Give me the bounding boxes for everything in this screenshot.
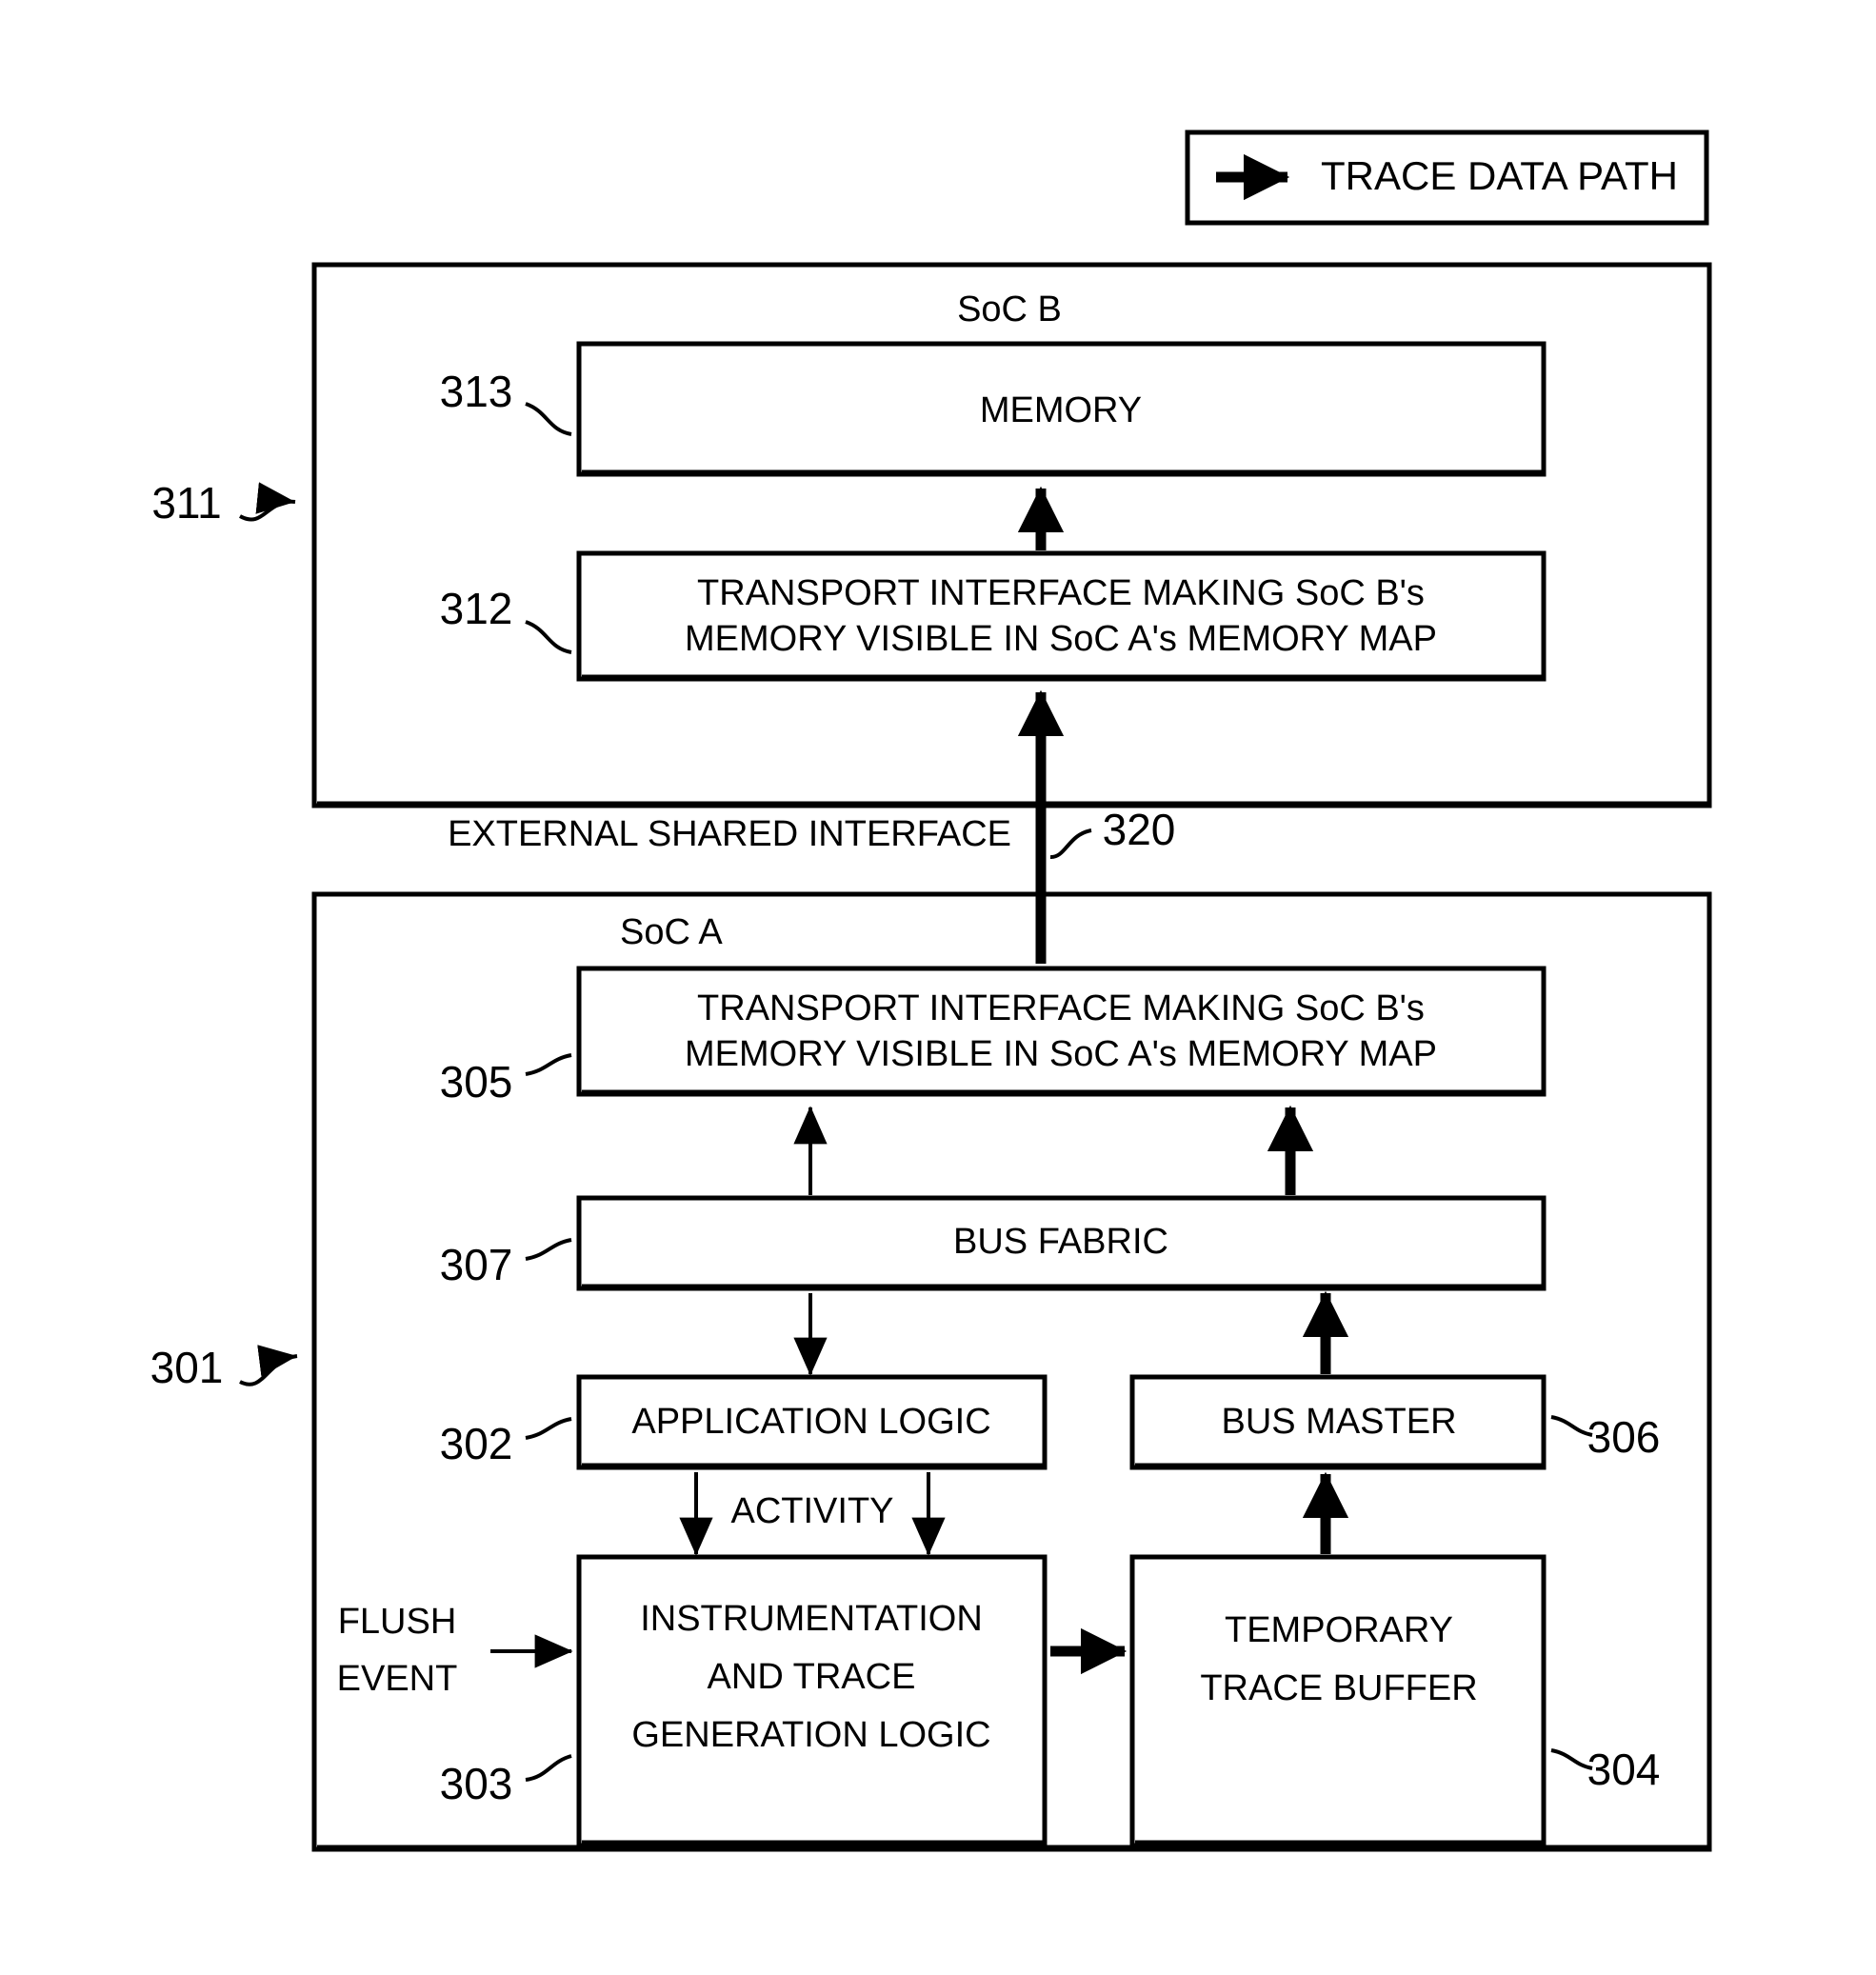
ref-305-label: 305 [440,1057,513,1107]
block-temporary-trace-buffer: TEMPORARY TRACE BUFFER 304 [1129,1554,1661,1848]
ref-304-leader [1550,1748,1593,1770]
ref-311-leader [239,482,296,522]
bus-fabric-label: BUS FABRIC [953,1222,1168,1262]
ref-313-leader [525,402,572,436]
block-memory: MEMORY 313 [440,341,1547,477]
ref-320-leader [1049,828,1092,859]
instrumentation-line2: AND TRACE [708,1657,916,1697]
legend-label: TRACE DATA PATH [1321,153,1678,198]
soc-a-title: SoC A [620,912,723,952]
application-logic-label: APPLICATION LOGIC [631,1402,990,1442]
ref-312-label: 312 [440,584,513,633]
bus-master-label: BUS MASTER [1221,1402,1456,1442]
block-bus-master: BUS MASTER 306 [1129,1374,1661,1470]
block-application-logic: APPLICATION LOGIC 302 [440,1374,1048,1470]
ref-313-label: 313 [440,367,513,416]
flush-event-line2: EVENT [337,1659,458,1699]
ref-302-leader [525,1417,572,1440]
ref-306-label: 306 [1587,1412,1661,1462]
ref-307-leader [525,1238,572,1261]
trace-buffer-line2: TRACE BUFFER [1200,1668,1477,1708]
ref-312-leader [525,620,572,654]
flush-event-annotation: FLUSH EVENT [337,1602,573,1699]
transport-b-box [576,550,1547,682]
external-interface-label: EXTERNAL SHARED INTERFACE [448,814,1011,854]
transport-a-line1: TRANSPORT INTERFACE MAKING SoC B's [697,988,1425,1028]
legend: TRACE DATA PATH [1185,130,1709,226]
block-bus-fabric: BUS FABRIC 307 [440,1195,1547,1291]
ref-303-leader [525,1754,572,1782]
diagram-page: TRACE DATA PATH SoC B 311 MEMORY 313 TRA… [0,0,1876,1975]
ref-304-label: 304 [1587,1745,1661,1794]
instrumentation-line3: GENERATION LOGIC [631,1715,990,1755]
ref-306-leader [1550,1415,1593,1437]
ref-311-callout: 311 [151,478,296,528]
block-instrumentation-trace-logic: INSTRUMENTATION AND TRACE GENERATION LOG… [440,1554,1048,1848]
transport-b-line1: TRANSPORT INTERFACE MAKING SoC B's [697,573,1425,613]
transport-a-box [576,966,1547,1097]
soc-trace-architecture-diagram: TRACE DATA PATH SoC B 311 MEMORY 313 TRA… [150,130,1712,1852]
ref-305-leader [525,1053,572,1076]
flush-event-line1: FLUSH [338,1602,457,1642]
transport-a-line2: MEMORY VISIBLE IN SoC A's MEMORY MAP [685,1034,1437,1074]
ref-301-callout: 301 [150,1343,298,1392]
ref-320-label: 320 [1103,805,1176,854]
external-shared-interface: EXTERNAL SHARED INTERFACE 320 [448,689,1176,964]
ref-301-label: 301 [150,1343,224,1392]
transport-b-line2: MEMORY VISIBLE IN SoC A's MEMORY MAP [685,619,1437,659]
ref-302-label: 302 [440,1419,513,1468]
ref-301-leader [239,1345,298,1386]
ref-303-label: 303 [440,1759,513,1808]
block-transport-interface-b: TRANSPORT INTERFACE MAKING SoC B's MEMOR… [440,550,1547,682]
instrumentation-line1: INSTRUMENTATION [640,1599,983,1639]
soc-b-title: SoC B [957,289,1062,329]
trace-buffer-line1: TEMPORARY [1225,1610,1453,1650]
ref-311-label: 311 [151,478,221,528]
activity-label: ACTIVITY [730,1491,893,1531]
ref-307-label: 307 [440,1240,513,1289]
memory-label: MEMORY [980,390,1142,430]
block-transport-interface-a: TRANSPORT INTERFACE MAKING SoC B's MEMOR… [440,966,1547,1107]
